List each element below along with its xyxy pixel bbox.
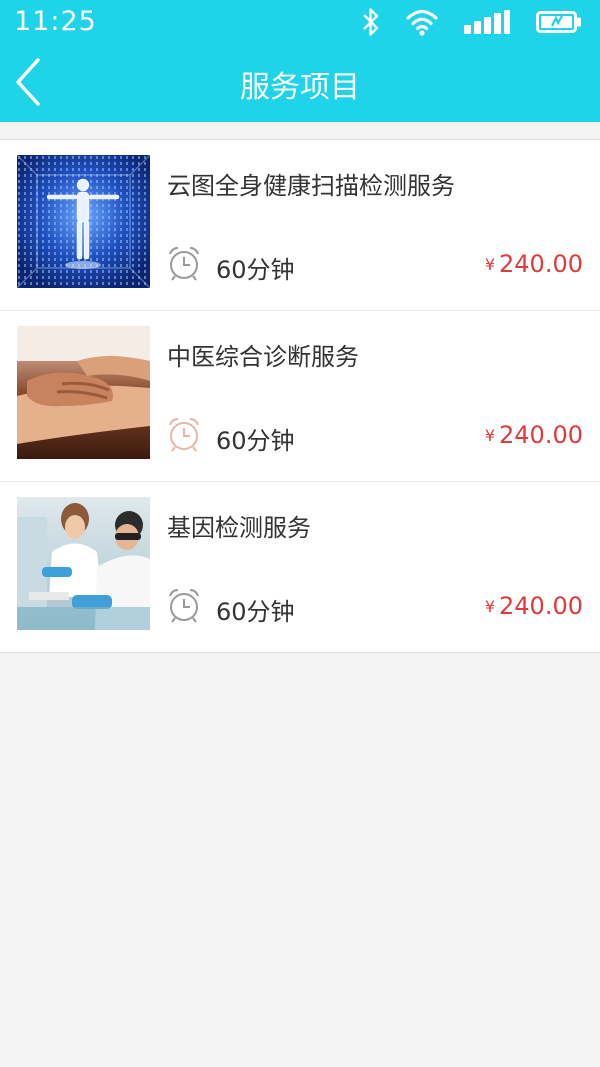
status-time: 11:25 bbox=[14, 6, 97, 37]
bluetooth-icon bbox=[363, 8, 379, 36]
nav-bar: 服务项目 bbox=[0, 44, 600, 122]
signal-icon bbox=[464, 10, 510, 34]
alarm-clock-icon bbox=[169, 418, 199, 452]
service-title: 基因检测服务 bbox=[167, 514, 311, 542]
currency-symbol: ¥ bbox=[484, 597, 496, 616]
service-list: 云图全身健康扫描检测服务 60分钟 ¥240.00 中医综合诊断服务 60分钟 … bbox=[0, 139, 600, 653]
lab-scientists-image bbox=[17, 497, 150, 630]
service-duration: 60分钟 bbox=[216, 598, 295, 626]
price-value: 240.00 bbox=[499, 421, 583, 449]
status-icons bbox=[362, 6, 582, 38]
app-header: 11:25 服务项目 bbox=[0, 0, 600, 122]
body-scan-image bbox=[17, 155, 150, 288]
price-value: 240.00 bbox=[499, 592, 583, 620]
alarm-clock-icon bbox=[169, 247, 199, 281]
page-title: 服务项目 bbox=[240, 70, 360, 105]
service-item[interactable]: 云图全身健康扫描检测服务 60分钟 ¥240.00 bbox=[0, 140, 600, 311]
service-item[interactable]: 中医综合诊断服务 60分钟 ¥240.00 bbox=[0, 311, 600, 482]
alarm-clock-icon bbox=[169, 589, 199, 623]
service-title: 云图全身健康扫描检测服务 bbox=[167, 172, 455, 200]
currency-symbol: ¥ bbox=[484, 426, 496, 445]
service-item[interactable]: 基因检测服务 60分钟 ¥240.00 bbox=[0, 482, 600, 652]
battery-icon bbox=[536, 11, 581, 33]
service-price: ¥240.00 bbox=[485, 421, 583, 449]
currency-symbol: ¥ bbox=[484, 255, 496, 274]
status-bar: 11:25 bbox=[0, 0, 600, 44]
service-price: ¥240.00 bbox=[485, 592, 583, 620]
service-duration: 60分钟 bbox=[216, 427, 295, 455]
service-title: 中医综合诊断服务 bbox=[167, 343, 359, 371]
wifi-icon bbox=[406, 9, 438, 36]
service-duration: 60分钟 bbox=[216, 256, 295, 284]
service-price: ¥240.00 bbox=[485, 250, 583, 278]
price-value: 240.00 bbox=[499, 250, 583, 278]
pulse-diagnosis-image bbox=[17, 326, 150, 459]
